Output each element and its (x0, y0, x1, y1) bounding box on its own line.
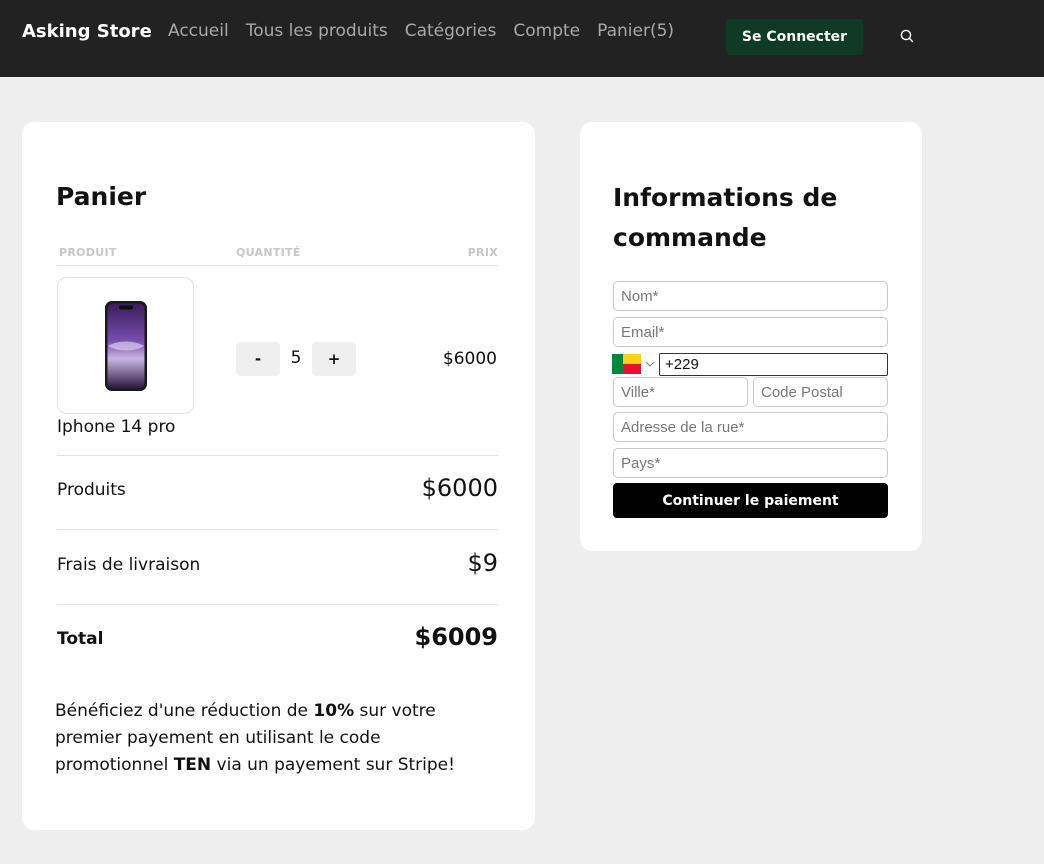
nav-link-all-products[interactable]: Tous les produits (246, 21, 388, 41)
product-name[interactable]: Iphone 14 pro (57, 417, 175, 437)
nav-link-categories[interactable]: Catégories (405, 21, 497, 41)
email-input[interactable] (613, 317, 888, 347)
item-divider (57, 455, 498, 456)
products-subtotal-value: $6000 (421, 474, 498, 502)
postal-code-input[interactable] (753, 377, 888, 407)
nav-link-cart[interactable]: Panier(5) (597, 21, 674, 41)
quantity-decrease-button[interactable]: - (236, 342, 280, 376)
login-button[interactable]: Se Connecter (726, 19, 863, 55)
total-value: $6009 (414, 623, 499, 651)
promo-code: TEN (173, 755, 212, 775)
main-nav: Accueil Tous les produits Catégories Com… (168, 21, 674, 41)
city-input[interactable] (613, 377, 748, 407)
column-header-price: PRIX (467, 246, 498, 259)
shipping-divider (57, 604, 498, 605)
street-address-input[interactable] (613, 412, 888, 442)
chevron-down-icon (645, 361, 655, 367)
order-info-card: Informations de commande Continuer le pa… (580, 122, 922, 551)
products-subtotal-label: Produits (57, 480, 126, 500)
iphone-icon (105, 301, 147, 391)
promo-text-1: Bénéficiez d'une réduction de (55, 701, 314, 721)
promo-discount: 10% (313, 701, 355, 721)
line-item-price: $6000 (442, 349, 497, 369)
brand-logo[interactable]: Asking Store (22, 21, 152, 42)
quantity-value: 5 (290, 348, 302, 368)
promo-text-3: via un payement sur Stripe! (211, 755, 455, 775)
benin-flag-icon (612, 354, 641, 374)
name-input[interactable] (613, 281, 888, 311)
total-label: Total (57, 629, 104, 649)
column-header-quantity: QUANTITÉ (236, 246, 301, 259)
nav-link-accueil[interactable]: Accueil (168, 21, 229, 41)
cart-card: Panier PRODUIT QUANTITÉ PRIX Iphone 14 p… (22, 122, 535, 830)
search-icon[interactable] (899, 28, 915, 44)
cart-title: Panier (56, 182, 147, 211)
shipping-fee-label: Frais de livraison (57, 555, 201, 575)
shipping-fee-value: $9 (467, 549, 498, 577)
nav-link-account[interactable]: Compte (513, 21, 580, 41)
order-info-title: Informations de commande (613, 183, 838, 252)
continue-payment-button[interactable]: Continuer le paiement (613, 483, 888, 518)
phone-input[interactable] (659, 353, 888, 376)
country-input[interactable] (613, 448, 888, 478)
product-image[interactable] (57, 277, 194, 414)
subtotal-divider (57, 529, 498, 530)
country-code-select[interactable] (612, 353, 658, 376)
top-navbar: Asking Store Accueil Tous les produits C… (0, 0, 1044, 77)
quantity-increase-button[interactable]: + (312, 342, 356, 376)
column-header-product: PRODUIT (59, 246, 117, 259)
promo-message: Bénéficiez d'une réduction de 10% sur vo… (55, 698, 495, 779)
header-divider (57, 265, 498, 266)
